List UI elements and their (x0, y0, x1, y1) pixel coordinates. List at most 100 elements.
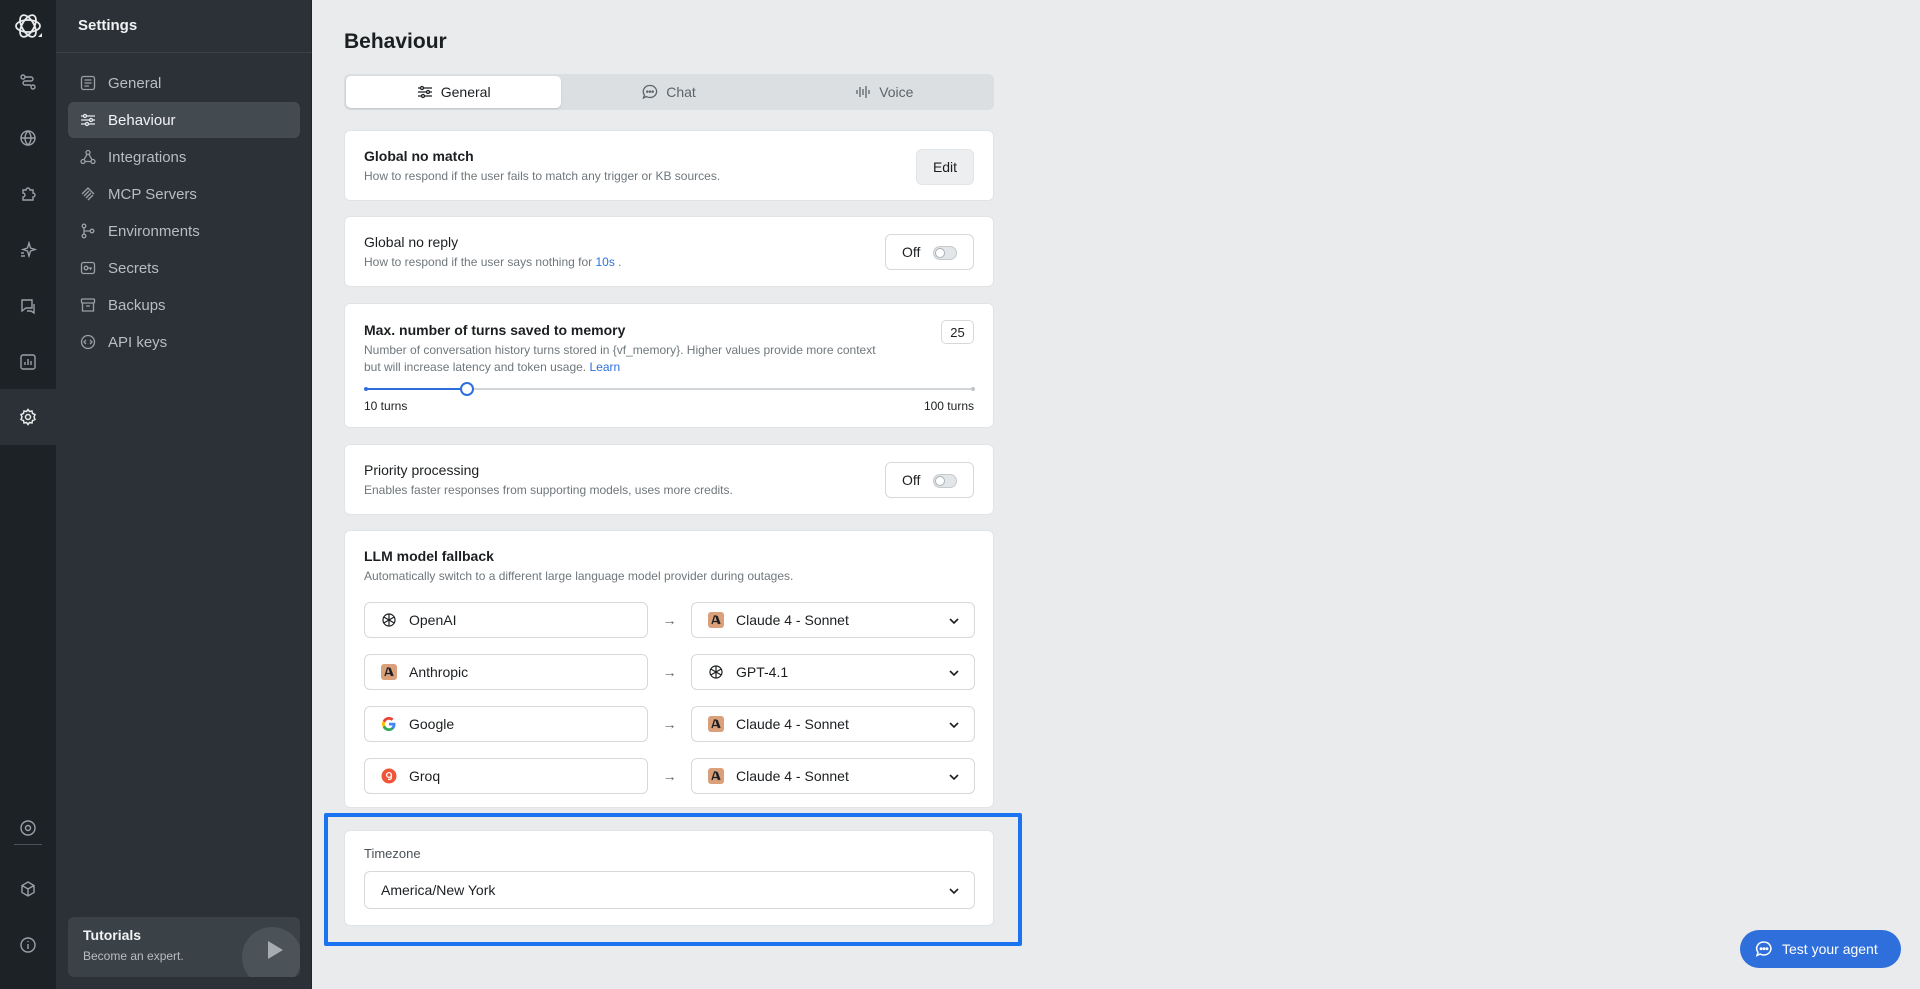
fallback-row: Groq → Claude 4 - Sonnet (364, 758, 975, 794)
tab-voice[interactable]: Voice (777, 76, 992, 108)
slider-max-label: 100 turns (923, 399, 974, 413)
waveform-icon (855, 85, 871, 99)
edit-button[interactable]: Edit (916, 149, 974, 185)
tab-chat[interactable]: Chat (561, 76, 776, 108)
sparkle-icon[interactable] (0, 222, 56, 278)
sidebar-item-behaviour[interactable]: Behaviour (68, 102, 300, 138)
learn-link[interactable]: Learn (589, 360, 620, 374)
tutorials-card[interactable]: Tutorials Become an expert. (68, 917, 300, 977)
slider-thumb[interactable] (460, 382, 475, 396)
workflow-icon[interactable] (0, 54, 56, 110)
fallback-target-select[interactable]: GPT-4.1 (691, 654, 975, 690)
memory-slider[interactable] (364, 382, 975, 396)
toggle-label: Off (902, 472, 921, 488)
memory-title: Max. number of turns saved to memory (364, 322, 626, 338)
sidebar-item-label: General (108, 74, 162, 92)
slider-min-label: 10 turns (364, 399, 408, 413)
settings-icon[interactable] (0, 389, 56, 445)
chevron-down-icon (948, 667, 960, 679)
google-icon (381, 716, 397, 732)
list-icon (80, 75, 96, 91)
sidebar-item-api-keys[interactable]: API keys (68, 324, 300, 360)
sidebar-item-label: Integrations (108, 148, 187, 166)
icon-rail (0, 0, 56, 989)
play-icon[interactable] (242, 927, 300, 977)
no-reply-toggle[interactable]: Off (885, 234, 974, 270)
chat-bubble-icon (642, 84, 658, 100)
puzzle-icon[interactable] (0, 166, 56, 222)
fallback-target-select[interactable]: Claude 4 - Sonnet (691, 706, 975, 742)
analytics-icon[interactable] (0, 334, 56, 390)
tab-label: Voice (879, 84, 914, 100)
sidebar-item-label: MCP Servers (108, 185, 197, 203)
fallback-description: Automatically switch to a different larg… (364, 569, 794, 583)
slider-end-dot (971, 387, 975, 391)
fallback-source: Anthropic (364, 654, 648, 690)
fallback-target-select[interactable]: Claude 4 - Sonnet (691, 602, 975, 638)
fallback-source: Groq (364, 758, 648, 794)
fallback-row: OpenAI → Claude 4 - Sonnet (364, 602, 975, 638)
anthropic-icon (708, 768, 724, 784)
chevron-down-icon (948, 615, 960, 627)
memory-description-line2: but will increase latency and token usag… (364, 359, 876, 376)
toggle-label: Off (902, 244, 921, 260)
chat-icon[interactable] (0, 278, 56, 334)
api-icon (80, 334, 96, 350)
fallback-source: OpenAI (364, 602, 648, 638)
sidebar-item-backups[interactable]: Backups (68, 287, 300, 323)
sidebar-item-mcp-servers[interactable]: MCP Servers (68, 176, 300, 212)
no-match-description: How to respond if the user fails to matc… (364, 169, 721, 183)
anthropic-icon (708, 612, 724, 628)
cube-icon[interactable] (0, 861, 56, 917)
anthropic-icon (381, 664, 397, 680)
logo-icon[interactable] (12, 10, 44, 42)
tab-general[interactable]: General (346, 76, 562, 108)
globe-icon[interactable] (0, 110, 56, 166)
sidebar-item-label: API keys (108, 333, 168, 351)
integrations-icon (80, 149, 96, 165)
sidebar-item-general[interactable]: General (68, 65, 300, 101)
tutorials-title: Tutorials (83, 927, 142, 943)
memory-turns-input[interactable]: 25 (941, 320, 974, 344)
sidebar-item-integrations[interactable]: Integrations (68, 139, 300, 175)
sidebar-item-environments[interactable]: Environments (68, 213, 300, 249)
anthropic-icon (708, 716, 724, 732)
llm-fallback-card: LLM model fallback Automatically switch … (344, 530, 994, 808)
sidebar-item-label: Secrets (108, 259, 159, 277)
fallback-target-select[interactable]: Claude 4 - Sonnet (691, 758, 975, 794)
target-icon[interactable] (0, 800, 56, 856)
page-title: Behaviour (344, 30, 447, 53)
memory-description-text: but will increase latency and token usag… (364, 360, 587, 374)
environments-icon (80, 223, 96, 239)
openai-icon (708, 664, 724, 680)
fallback-target-label: Claude 4 - Sonnet (736, 768, 849, 784)
fallback-source: Google (364, 706, 648, 742)
info-icon[interactable] (0, 917, 56, 973)
priority-toggle[interactable]: Off (885, 462, 974, 498)
fallback-source-label: OpenAI (409, 612, 457, 628)
slider-start-dot (364, 387, 368, 391)
sidebar-item-label: Backups (108, 296, 166, 314)
highlight-frame (324, 813, 1022, 946)
no-reply-description: How to respond if the user says nothing … (364, 254, 622, 271)
fallback-title: LLM model fallback (364, 548, 494, 564)
test-agent-button[interactable]: Test your agent (1740, 930, 1901, 968)
sidebar-item-label: Behaviour (108, 111, 176, 129)
mcp-icon (80, 186, 96, 202)
sidebar-item-secrets[interactable]: Secrets (68, 250, 300, 286)
arrow-right-icon: → (662, 612, 677, 628)
timeout-link[interactable]: 10s (595, 255, 614, 269)
fallback-target-label: Claude 4 - Sonnet (736, 612, 849, 628)
fallback-source-label: Google (409, 716, 455, 732)
priority-processing-card: Priority processing Enables faster respo… (344, 444, 994, 515)
archive-icon (80, 297, 96, 313)
tutorials-subtitle: Become an expert. (83, 949, 184, 963)
toggle-switch[interactable] (933, 246, 957, 260)
chat-bubble-icon (1755, 940, 1773, 958)
no-reply-suffix: . (618, 255, 622, 269)
global-no-match-card: Global no match How to respond if the us… (344, 130, 994, 201)
sidebar-title: Settings (78, 17, 138, 34)
fallback-target-label: GPT-4.1 (736, 664, 789, 680)
toggle-switch[interactable] (933, 474, 957, 488)
tab-label: Chat (666, 84, 696, 100)
